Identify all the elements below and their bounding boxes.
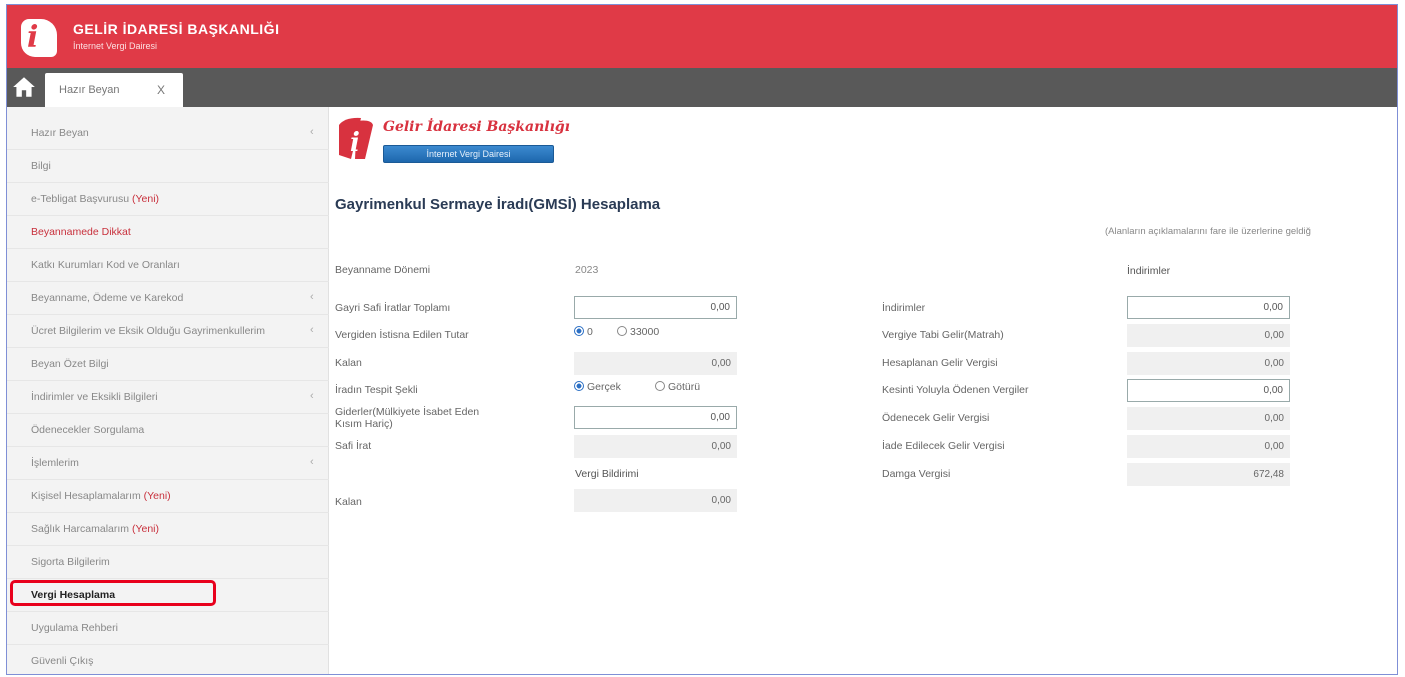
gib-logo-icon: i — [21, 19, 57, 57]
sidebar-item-uygulama-rehberi[interactable]: Uygulama Rehberi — [7, 612, 329, 645]
sidebar-item-katki-kurumlari[interactable]: Katkı Kurumları Kod ve Oranları — [7, 249, 329, 282]
withheld-tax-label: Kesinti Yoluyla Ödenen Vergiler — [882, 384, 1029, 396]
stamp-tax-label: Damga Vergisi — [882, 468, 951, 480]
tab-bar: Hazır Beyan X — [7, 68, 1397, 107]
sidebar-item-label: Katkı Kurumları Kod ve Oranları — [31, 259, 180, 271]
sidebar-item-beyan-ozet[interactable]: Beyan Özet Bilgi — [7, 348, 329, 381]
radio-icon — [655, 381, 665, 391]
period-label: Beyanname Dönemi — [335, 264, 431, 276]
sidebar-item-odenecekler[interactable]: Ödenecekler Sorgulama — [7, 414, 329, 447]
sidebar-item-label: Bilgi — [31, 160, 51, 172]
radio-selected-icon — [574, 381, 584, 391]
expenses-label: Giderler(Mülkiyete İsabet Eden — [335, 406, 480, 418]
sidebar-item-saglik-harcamalari[interactable]: Sağlık Harcamalarım (Yeni) — [7, 513, 329, 546]
home-icon[interactable] — [11, 74, 41, 104]
exempt-radio-33000[interactable]: 33000 — [617, 326, 659, 338]
sidebar-item-beyanname-odeme[interactable]: Beyanname, Ödeme ve Karekod ‹ — [7, 282, 329, 315]
sidebar-item-label: Güvenli Çıkış — [31, 655, 94, 667]
sidebar-item-label: Beyannamede Dikkat — [31, 226, 131, 238]
sidebar-item-label: Ücret Bilgilerim ve Eksik Olduğu Gayrime… — [31, 325, 265, 337]
sidebar-item-e-tebligat[interactable]: e-Tebligat Başvurusu (Yeni) — [7, 183, 329, 216]
method-radio-goturu[interactable]: Götürü — [655, 381, 700, 393]
sidebar-item-label: Sigorta Bilgilerim — [31, 556, 110, 568]
sidebar-item-label: Uygulama Rehberi — [31, 622, 118, 634]
gib-logo-icon: i — [339, 117, 373, 159]
sidebar-item-label: Sağlık Harcamalarım (Yeni) — [31, 523, 159, 535]
sidebar-item-ucret-bilgilerim[interactable]: Ücret Bilgilerim ve Eksik Olduğu Gayrime… — [7, 315, 329, 348]
refund-tax-value: 0,00 — [1127, 435, 1290, 458]
net-income-value: 0,00 — [574, 435, 737, 458]
sidebar-item-beyannamede-dikkat[interactable]: Beyannamede Dikkat — [7, 216, 329, 249]
sidebar-item-guvenli-cikis[interactable]: Güvenli Çıkış — [7, 645, 329, 674]
taxable-income-label: Vergiye Tabi Gelir(Matrah) — [882, 329, 1004, 341]
header-bar: i GELİR İDARESİ BAŞKANLIĞI İnternet Verg… — [7, 5, 1397, 68]
new-badge: (Yeni) — [131, 193, 160, 205]
header-subtitle: İnternet Vergi Dairesi — [73, 41, 158, 51]
calculated-tax-label: Hesaplanan Gelir Vergisi — [882, 357, 998, 369]
sidebar-item-label: Ödenecekler Sorgulama — [31, 424, 145, 436]
payable-tax-value: 0,00 — [1127, 407, 1290, 430]
radio-icon — [617, 326, 627, 336]
deductions-input[interactable]: 0,00 — [1127, 296, 1290, 319]
remaining2-label: Kalan — [335, 496, 362, 508]
sidebar-item-label: Kişisel Hesaplamalarım (Yeni) — [31, 490, 171, 502]
radio-selected-icon — [574, 326, 584, 336]
calculated-tax-value: 0,00 — [1127, 352, 1290, 375]
sidebar-item-islemlerim[interactable]: İşlemlerim ‹ — [7, 447, 329, 480]
tab-close-icon[interactable]: X — [157, 83, 165, 97]
remaining-value: 0,00 — [574, 352, 737, 375]
app-window: i GELİR İDARESİ BAŞKANLIĞI İnternet Verg… — [6, 4, 1398, 675]
sidebar-item-bilgi[interactable]: Bilgi — [7, 150, 329, 183]
sidebar-item-label: Beyanname, Ödeme ve Karekod — [31, 292, 184, 304]
period-value: 2023 — [575, 264, 599, 276]
expenses-label-2: Kısım Hariç) — [335, 418, 393, 430]
sidebar-item-hazir-beyan[interactable]: Hazır Beyan ‹ — [7, 117, 329, 150]
main-content: i Gelir İdaresi Başkanlığı İnternet Verg… — [329, 107, 1397, 674]
sidebar-item-label: e-Tebligat Başvurusu (Yeni) — [31, 193, 160, 205]
new-badge: (Yeni) — [143, 490, 171, 502]
hint-notice: (Alanların açıklamalarını fare ile üzerl… — [1105, 226, 1311, 237]
expenses-input[interactable]: 0,00 — [574, 406, 737, 429]
sidebar-item-sigorta-bilgileri[interactable]: Sigorta Bilgilerim — [7, 546, 329, 579]
selection-highlight — [10, 580, 216, 606]
chevron-icon: ‹ — [310, 324, 314, 336]
exempt-radio-0[interactable]: 0 — [574, 326, 593, 338]
deductions-section-title: İndirimler — [1127, 265, 1171, 277]
sidebar-item-indirimler[interactable]: İndirimler ve Eksikli Bilgileri ‹ — [7, 381, 329, 414]
header-title: GELİR İDARESİ BAŞKANLIĞI — [73, 21, 280, 37]
chevron-icon: ‹ — [310, 456, 314, 468]
sidebar-item-label: İşlemlerim — [31, 457, 79, 469]
withheld-tax-input[interactable]: 0,00 — [1127, 379, 1290, 402]
chevron-icon: ‹ — [310, 390, 314, 402]
tab-label: Hazır Beyan — [59, 84, 120, 96]
deductions-label: İndirimler — [882, 302, 926, 314]
method-radio-gercek[interactable]: Gerçek — [574, 381, 621, 393]
page-title: Gayrimenkul Sermaye İradı(GMSİ) Hesaplam… — [335, 196, 661, 213]
chevron-icon: ‹ — [310, 291, 314, 303]
gross-income-label: Gayri Safi İratlar Toplamı — [335, 302, 451, 314]
taxable-income-value: 0,00 — [1127, 324, 1290, 347]
remaining-label: Kalan — [335, 357, 362, 369]
tab-hazir-beyan[interactable]: Hazır Beyan X — [45, 73, 183, 107]
method-label: İradın Tespit Şekli — [335, 384, 418, 396]
sidebar-item-label: Beyan Özet Bilgi — [31, 358, 109, 370]
exempt-amount-label: Vergiden İstisna Edilen Tutar — [335, 329, 469, 341]
svg-text:i: i — [350, 128, 360, 158]
org-name: Gelir İdaresi Başkanlığı — [383, 119, 570, 135]
chevron-icon: ‹ — [310, 126, 314, 138]
refund-tax-label: İade Edilecek Gelir Vergisi — [882, 440, 1005, 452]
stamp-tax-value: 672,48 — [1127, 463, 1290, 486]
new-badge: (Yeni) — [131, 523, 159, 535]
gross-income-input[interactable]: 0,00 — [574, 296, 737, 319]
remaining2-value: 0,00 — [574, 489, 737, 512]
sidebar-item-label: İndirimler ve Eksikli Bilgileri — [31, 391, 158, 403]
sidebar-item-label: Hazır Beyan — [31, 127, 89, 139]
net-income-label: Safi İrat — [335, 440, 372, 452]
ivd-button[interactable]: İnternet Vergi Dairesi — [383, 145, 554, 163]
sidebar-item-kisisel-hesaplamalar[interactable]: Kişisel Hesaplamalarım (Yeni) — [7, 480, 329, 513]
vergi-bildirimi-title: Vergi Bildirimi — [575, 468, 639, 480]
payable-tax-label: Ödenecek Gelir Vergisi — [882, 412, 990, 424]
